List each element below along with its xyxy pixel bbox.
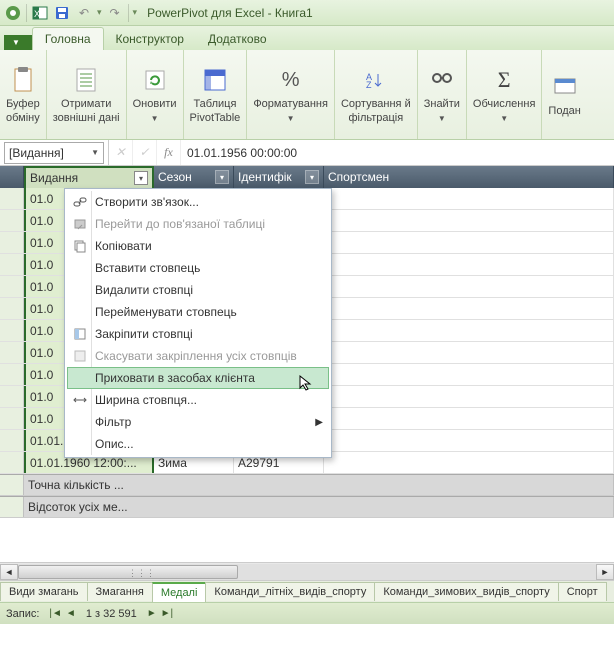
get-data-icon — [70, 64, 102, 96]
grid-header: Видання▾ Сезон▾ Ідентифік▾ Спортсмен — [0, 166, 614, 188]
column-header[interactable]: Ідентифік▾ — [234, 166, 324, 188]
menu-item: Скасувати закріплення усіх стовпців — [67, 345, 329, 367]
sheet-tab[interactable]: Медалі — [152, 582, 207, 602]
copy-icon — [71, 237, 89, 255]
freeze-icon — [71, 325, 89, 343]
group-calc[interactable]: Σ Обчислення▼ — [467, 50, 543, 139]
nav-prev-icon[interactable]: ◄ — [66, 608, 76, 619]
group-get-data[interactable]: Отримати зовнішні дані — [47, 50, 127, 139]
group-view[interactable]: Подан — [542, 50, 586, 139]
pivot-icon — [199, 64, 231, 96]
tab-home[interactable]: Головна — [32, 27, 104, 50]
context-menu: Створити зв'язок...Перейти до пов'язаної… — [64, 188, 332, 458]
window-title: PowerPivot для Excel - Книга1 — [147, 6, 313, 20]
title-bar: X ↶ ▾ ↷ ▾ PowerPivot для Excel - Книга1 — [0, 0, 614, 26]
app-icon — [4, 4, 22, 22]
sheet-tab[interactable]: Змагання — [87, 582, 153, 601]
group-format[interactable]: % Форматування▼ — [247, 50, 335, 139]
find-icon — [426, 64, 458, 96]
svg-text:X: X — [34, 9, 40, 19]
group-pivot[interactable]: Таблиця PivotTable — [184, 50, 248, 139]
nav-next-icon[interactable]: ► — [147, 608, 157, 619]
record-nav[interactable]: ► ►| — [147, 608, 173, 619]
sheet-tab[interactable]: Види змагань — [0, 582, 88, 601]
summary-row: Відсоток усіх ме... — [0, 496, 614, 518]
menu-item[interactable]: Приховати в засобах клієнта — [67, 367, 329, 389]
sheet-tab[interactable]: Спорт — [558, 582, 607, 601]
excel-icon[interactable]: X — [31, 4, 49, 22]
filter-icon[interactable]: ▾ — [215, 170, 229, 184]
view-icon — [549, 71, 581, 103]
tab-design[interactable]: Конструктор — [104, 28, 196, 50]
menu-item[interactable]: Опис... — [67, 433, 329, 455]
menu-item[interactable]: Видалити стовпці — [67, 279, 329, 301]
cancel-btn[interactable]: ✕ — [109, 140, 133, 165]
group-clipboard[interactable]: Буфер обміну — [0, 50, 47, 139]
record-position: 1 з 32 591 — [86, 608, 137, 620]
formula-text[interactable]: 01.01.1956 00:00:00 — [181, 146, 297, 160]
name-box[interactable]: [Видання] ▼ — [4, 142, 104, 164]
menu-item[interactable]: Створити зв'язок... — [67, 191, 329, 213]
nav-first-icon[interactable]: |◄ — [49, 608, 62, 619]
submenu-arrow-icon: ▶ — [315, 417, 323, 428]
menu-item[interactable]: Копіювати — [67, 235, 329, 257]
formula-bar: [Видання] ▼ ✕ ✓ fx 01.01.1956 00:00:00 — [0, 140, 614, 166]
unfreeze-icon — [71, 347, 89, 365]
ribbon-tabs: ▼ Головна Конструктор Додатково — [0, 26, 614, 50]
scroll-left-icon[interactable]: ◄ — [0, 564, 18, 580]
sort-icon: AZ — [360, 64, 392, 96]
status-bar: Запис: |◄ ◄ 1 з 32 591 ► ►| — [0, 602, 614, 624]
filter-icon[interactable]: ▾ — [305, 170, 319, 184]
sheet-tab[interactable]: Команди_зимових_видів_спорту — [374, 582, 558, 601]
scroll-thumb[interactable]: ⋮⋮⋮ — [18, 565, 238, 579]
undo-split-icon[interactable]: ▾ — [97, 7, 102, 18]
calc-icon: Σ — [488, 64, 520, 96]
scroll-right-icon[interactable]: ► — [596, 564, 614, 580]
save-icon[interactable] — [53, 4, 71, 22]
menu-item[interactable]: Перейменувати стовпець — [67, 301, 329, 323]
sheet-tabs: Види змаганьЗмаганняМедаліКоманди_літніх… — [0, 580, 614, 602]
column-header[interactable]: Видання▾ — [24, 166, 154, 188]
sheet-tab[interactable]: Команди_літніх_видів_спорту — [205, 582, 375, 601]
ribbon-body: Буфер обміну Отримати зовнішні дані Онов… — [0, 50, 614, 140]
menu-item[interactable]: Вставити стовпець — [67, 257, 329, 279]
clipboard-icon — [7, 64, 39, 96]
menu-item: Перейти до пов'язаної таблиці — [67, 213, 329, 235]
nav-last-icon[interactable]: ►| — [161, 608, 174, 619]
filter-icon[interactable]: ▾ — [134, 171, 148, 185]
menu-item[interactable]: Фільтр▶ — [67, 411, 329, 433]
group-refresh[interactable]: Оновити▼ — [127, 50, 184, 139]
horizontal-scrollbar[interactable]: ◄ ⋮⋮⋮ ► — [0, 562, 614, 580]
width-icon — [71, 391, 89, 409]
column-header[interactable]: Сезон▾ — [154, 166, 234, 188]
group-find[interactable]: Знайти▼ — [418, 50, 467, 139]
summary-row: Точна кількість ... — [0, 474, 614, 496]
link-icon — [71, 193, 89, 211]
qat-customize-icon[interactable]: ▾ — [133, 7, 138, 18]
refresh-icon — [139, 64, 171, 96]
svg-text:Z: Z — [366, 80, 372, 90]
nav-icon — [71, 215, 89, 233]
redo-icon[interactable]: ↷ — [106, 4, 124, 22]
tab-advanced[interactable]: Додатково — [196, 28, 279, 50]
fx-btn[interactable]: fx — [157, 140, 181, 165]
file-tab[interactable]: ▼ — [4, 35, 32, 50]
group-sort[interactable]: AZ Сортування й фільтрація — [335, 50, 418, 139]
undo-icon[interactable]: ↶ — [75, 4, 93, 22]
column-header[interactable]: Спортсмен — [324, 166, 614, 188]
format-icon: % — [275, 64, 307, 96]
menu-item[interactable]: Ширина стовпця... — [67, 389, 329, 411]
menu-item[interactable]: Закріпити стовпці — [67, 323, 329, 345]
confirm-btn[interactable]: ✓ — [133, 140, 157, 165]
record-nav[interactable]: |◄ ◄ — [49, 608, 75, 619]
name-box-dropdown-icon[interactable]: ▼ — [91, 148, 99, 157]
